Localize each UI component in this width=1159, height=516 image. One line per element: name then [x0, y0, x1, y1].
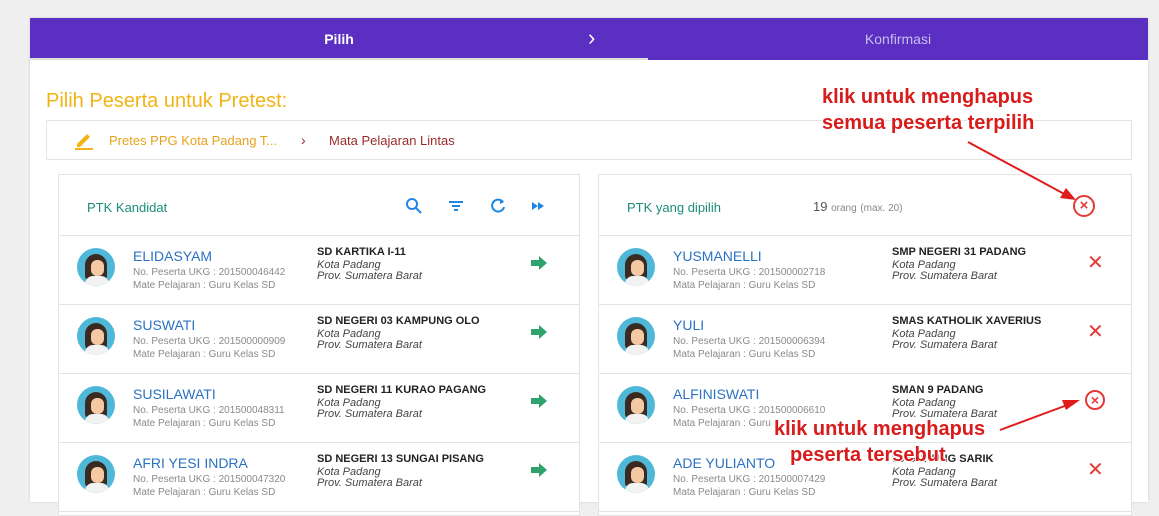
list-item: YUSMANELLI No. Peserta UKG : 201500002718…	[599, 236, 1131, 305]
school-name: SD NEGERI 03 KAMPUNG OLO	[317, 315, 480, 327]
chevron-right-icon: ›	[588, 25, 596, 50]
list-item: YULI No. Peserta UKG : 201500006394 Mata P…	[599, 305, 1131, 374]
add-participant-arrow-icon[interactable]	[531, 463, 547, 477]
selected-count: 19 orang (max. 20)	[813, 199, 903, 214]
participant-name[interactable]: SUSWATI	[133, 317, 195, 333]
school-province: Prov. Sumatera Barat	[317, 477, 422, 489]
avatar	[77, 386, 115, 424]
participant-number: No. Peserta UKG : 201500046442	[133, 267, 286, 278]
search-icon[interactable]	[405, 197, 423, 215]
avatar	[77, 317, 115, 355]
participant-name[interactable]: ADE YULIANTO	[673, 455, 775, 471]
ptk-kandidat-panel: PTK Kandidat ELIDASYAM No. Peserta UKG : …	[58, 174, 580, 516]
school-province: Prov. Sumatera Barat	[317, 270, 422, 282]
participant-subject: Mate Pelajaran : Guru Kelas SD	[133, 418, 276, 429]
clear-all-icon[interactable]: ×	[1073, 195, 1095, 217]
school-province: Prov. Sumatera Barat	[892, 270, 997, 282]
refresh-icon[interactable]	[489, 197, 507, 215]
school-name: SD KARTIKA I-11	[317, 246, 406, 258]
participant-subject: Mata Pelajaran : Guru Kelas SD	[673, 487, 816, 498]
avatar	[617, 317, 655, 355]
list-item: SUSWATI No. Peserta UKG : 201500000909 Mat…	[59, 305, 579, 374]
participant-number: No. Peserta UKG : 201500000909	[133, 336, 286, 347]
avatar	[77, 248, 115, 286]
filter-icon[interactable]	[447, 197, 465, 215]
participant-name[interactable]: YUSMANELLI	[673, 248, 762, 264]
avatar	[77, 455, 115, 493]
remove-participant-icon[interactable]: ✕	[1087, 319, 1104, 344]
annotation-bottom-line1: klik untuk menghapus	[774, 418, 986, 440]
participant-subject: Mata Pelajaran : Guru Kelas SD	[673, 349, 816, 360]
participant-subject: Mata Pelajaran : Guru Kelas SD	[673, 280, 816, 291]
step-konfirmasi[interactable]: Konfirmasi	[648, 18, 1148, 60]
avatar	[617, 455, 655, 493]
school-name: SMP NEGERI 31 PADANG	[892, 246, 1027, 258]
count-max: (max. 20)	[860, 203, 903, 214]
add-participant-arrow-icon[interactable]	[531, 394, 547, 408]
participant-name[interactable]: ELIDASYAM	[133, 248, 212, 264]
participant-subject: Mate Pelajaran : Guru Kelas SD	[133, 280, 276, 291]
participant-number: No. Peserta UKG : 201500002718	[673, 267, 826, 278]
remove-participant-icon[interactable]: ✕	[1087, 250, 1104, 275]
annotation-top-line1: klik untuk menghapus	[822, 86, 1034, 108]
participant-name[interactable]: ALFINISWATI	[673, 386, 759, 402]
page-title: Pilih Peserta untuk Pretest:	[46, 90, 288, 112]
avatar	[617, 248, 655, 286]
school-name: SMAS KATHOLIK XAVERIUS	[892, 315, 1042, 327]
fast-forward-icon[interactable]	[529, 197, 547, 215]
participant-name[interactable]: YULI	[673, 317, 704, 333]
list-item: SUSILAWATI No. Peserta UKG : 201500048311…	[59, 374, 579, 443]
participant-number: No. Peserta UKG : 201500006610	[673, 405, 826, 416]
annotation-top-line2: semua peserta terpilih	[822, 112, 1035, 134]
school-name: SD NEGERI 11 KURAO PAGANG	[317, 384, 487, 396]
step-pilih[interactable]: Pilih	[30, 18, 648, 60]
participant-subject: Mate Pelajaran : Guru Kelas SD	[133, 487, 276, 498]
participant-name[interactable]: AFRI YESI INDRA	[133, 455, 248, 471]
participant-number: No. Peserta UKG : 201500006394	[673, 336, 826, 347]
breadcrumb-item-pretes[interactable]: Pretes PPG Kota Padang T...	[109, 133, 277, 148]
panel-header: PTK Kandidat	[59, 175, 579, 236]
remove-participant-icon[interactable]: ✕	[1087, 457, 1104, 482]
breadcrumb-item-mapel[interactable]: Mata Pelajaran Lintas	[329, 133, 455, 148]
annotation-bottom-line2: peserta tersebut	[790, 444, 946, 466]
participant-number: No. Peserta UKG : 201500047320	[133, 474, 286, 485]
remove-participant-icon[interactable]: ×	[1085, 390, 1105, 410]
participant-subject: Mata Pelajaran : Guru	[673, 418, 771, 429]
school-name: SMAN 9 PADANG	[892, 384, 984, 396]
school-province: Prov. Sumatera Barat	[317, 339, 422, 351]
participant-name[interactable]: SUSILAWATI	[133, 386, 216, 402]
panel-title: PTK yang dipilih	[627, 200, 721, 215]
breadcrumb-separator: ›	[301, 132, 306, 148]
add-participant-arrow-icon[interactable]	[531, 325, 547, 339]
add-participant-arrow-icon[interactable]	[531, 256, 547, 270]
school-province: Prov. Sumatera Barat	[892, 339, 997, 351]
count-value: 19	[813, 199, 828, 214]
school-province: Prov. Sumatera Barat	[892, 477, 997, 489]
pencil-icon	[75, 134, 93, 150]
participant-subject: Mate Pelajaran : Guru Kelas SD	[133, 349, 276, 360]
panel-title: PTK Kandidat	[87, 200, 168, 215]
count-unit: orang	[831, 203, 857, 214]
list-item: ELIDASYAM No. Peserta UKG : 201500046442 M…	[59, 236, 579, 305]
school-province: Prov. Sumatera Barat	[317, 408, 422, 420]
school-name: SD NEGERI 13 SUNGAI PISANG	[317, 453, 484, 465]
participant-number: No. Peserta UKG : 201500007429	[673, 474, 826, 485]
avatar	[617, 386, 655, 424]
participant-number: No. Peserta UKG : 201500048311	[133, 405, 285, 416]
panel-header: PTK yang dipilih 19 orang (max. 20) ×	[599, 175, 1131, 236]
stepper: Pilih › Konfirmasi	[30, 18, 1148, 60]
